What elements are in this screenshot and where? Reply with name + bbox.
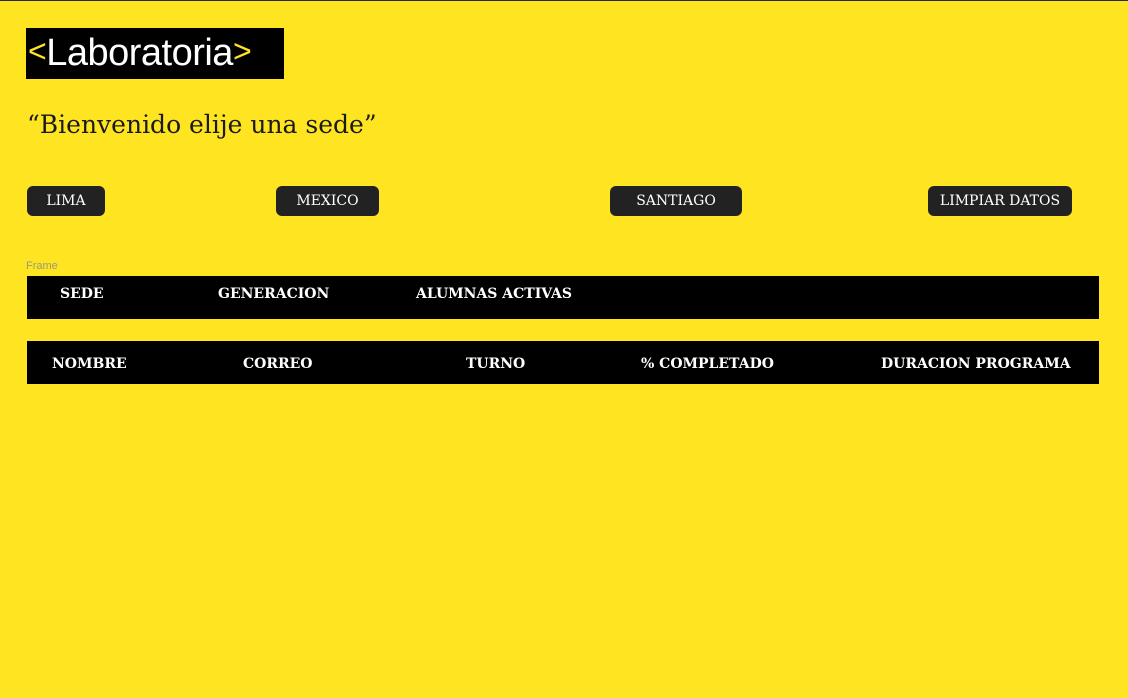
logo-right-bracket: >: [232, 33, 252, 69]
lima-button[interactable]: LIMA: [27, 186, 105, 216]
frame-label: Frame: [26, 260, 58, 272]
header-generacion: GENERACION: [218, 286, 330, 302]
laboratoria-logo: <Laboratoria>: [26, 28, 284, 79]
mexico-button[interactable]: MEXICO: [276, 186, 379, 216]
santiago-button[interactable]: SANTIAGO: [610, 186, 742, 216]
clear-data-button[interactable]: LIMPIAR DATOS: [928, 186, 1072, 216]
header-alumnas-activas: ALUMNAS ACTIVAS: [416, 286, 573, 302]
welcome-heading: “Bienvenido elije una sede”: [27, 110, 377, 139]
header-nombre: NOMBRE: [52, 356, 127, 372]
students-table-header: NOMBRE CORREO TURNO % COMPLETADO DURACIO…: [27, 341, 1099, 384]
header-correo: CORREO: [243, 356, 313, 372]
logo-left-bracket: <: [28, 33, 47, 69]
logo-text: Laboratoria: [46, 32, 233, 74]
header-duracion-programa: DURACION PROGRAMA: [881, 356, 1071, 372]
sede-table-header: SEDE GENERACION ALUMNAS ACTIVAS: [27, 276, 1099, 319]
header-sede: SEDE: [60, 286, 104, 302]
header-turno: TURNO: [466, 356, 526, 372]
header-completado: % COMPLETADO: [641, 356, 774, 372]
